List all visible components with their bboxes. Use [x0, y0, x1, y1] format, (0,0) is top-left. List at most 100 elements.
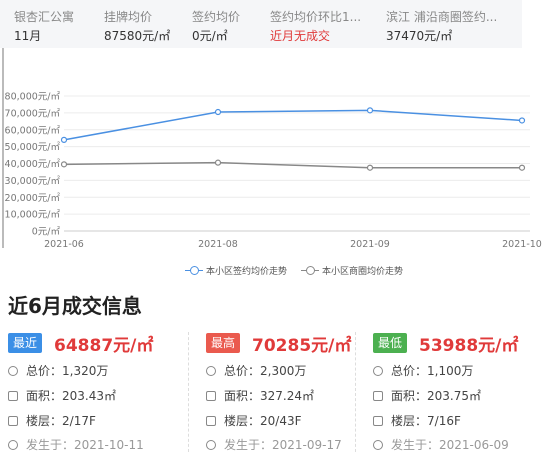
- stat-value: 11月: [14, 29, 42, 43]
- total-value: 1,320万: [62, 364, 109, 378]
- total-label: 总价：: [26, 364, 63, 378]
- stat-value: 37470元/㎡: [386, 29, 453, 43]
- deal-floor: 楼层： 2/17F: [8, 412, 96, 429]
- floor-label: 楼层：: [391, 414, 428, 428]
- badge-lowest: 最低: [373, 333, 408, 353]
- legend-line-icon: [301, 266, 320, 275]
- data-point[interactable]: [518, 164, 526, 171]
- data-point[interactable]: [366, 107, 374, 114]
- date-value: 2021-09-17: [272, 437, 342, 452]
- stat-value: 近月无成交: [270, 29, 331, 43]
- deal-card-lowest: 最低 53988元/㎡ 总价： 1,100万 面积： 203.75㎡ 楼层： 7/16…: [373, 330, 533, 455]
- stat-community: 银杏汇公寓 11月: [14, 0, 108, 48]
- date-value: 2021-10-11: [74, 437, 144, 452]
- floor-value: 2/17F: [62, 413, 96, 428]
- deal-date: 发生于： 2021-06-09: [373, 436, 509, 453]
- y-tick-label: 10,000元/㎡: [5, 210, 61, 221]
- total-value: 1,100万: [427, 364, 474, 378]
- area-label: 面积：: [224, 389, 261, 403]
- legend-label: 本小区签约均价走势: [206, 267, 288, 277]
- stat-label: 挂牌均价: [104, 10, 153, 24]
- y-tick-label: 60,000元/㎡: [5, 125, 61, 136]
- yen-icon: [373, 365, 383, 376]
- badge-recent: 最近: [8, 333, 43, 353]
- legend-item[interactable]: 本小区签约均价走势: [185, 264, 287, 277]
- x-tick-label: 2021-06: [44, 239, 84, 250]
- area-value: 327.24㎡: [260, 389, 315, 403]
- legend-item[interactable]: 本小区商圈均价走势: [301, 264, 403, 277]
- data-point[interactable]: [518, 117, 526, 124]
- area-value: 203.75㎡: [427, 389, 482, 403]
- badge-highest: 最高: [206, 333, 241, 353]
- y-tick-label: 20,000元/㎡: [5, 193, 61, 204]
- clock-icon: [206, 439, 216, 450]
- deal-date: 发生于： 2021-10-11: [8, 436, 144, 453]
- deal-area: 面积： 203.43㎡: [8, 387, 116, 404]
- legend-label: 本小区商圈均价走势: [322, 267, 404, 277]
- total-label: 总价：: [391, 364, 428, 378]
- stat-mom: 签约均价环比1... 近月无成交: [270, 0, 364, 48]
- card-divider: [188, 332, 190, 452]
- deal-date: 发生于： 2021-09-17: [206, 436, 342, 453]
- date-label: 发生于：: [391, 438, 440, 452]
- deal-total: 总价： 1,100万: [373, 362, 473, 379]
- date-label: 发生于：: [224, 438, 273, 452]
- legend-line-icon: [185, 266, 203, 275]
- yen-icon: [8, 365, 18, 376]
- date-value: 2021-06-09: [439, 437, 509, 452]
- data-point[interactable]: [60, 136, 68, 143]
- y-tick-label: 0元/㎡: [32, 227, 61, 238]
- layers-icon: [206, 415, 216, 426]
- x-tick-label: 2021-09: [350, 239, 390, 250]
- y-tick-label: 40,000元/㎡: [5, 159, 61, 170]
- x-tick-label: 2021-08: [198, 239, 238, 250]
- series-line-0: [63, 109, 523, 141]
- data-point[interactable]: [214, 108, 222, 116]
- stat-listing-price: 挂牌均价 87580元/㎡: [104, 0, 198, 48]
- floor-value: 20/43F: [260, 413, 302, 428]
- total-value: 2,300万: [260, 364, 307, 378]
- stat-label: 银杏汇公寓: [14, 10, 75, 24]
- layers-icon: [8, 415, 18, 426]
- yen-icon: [206, 365, 216, 376]
- area-value: 203.43㎡: [62, 389, 117, 403]
- y-tick-label: 70,000元/㎡: [5, 108, 61, 119]
- area-icon: [8, 390, 18, 401]
- deal-price: 70285元/㎡: [252, 336, 352, 356]
- deal-price: 53988元/㎡: [419, 336, 519, 356]
- area-icon: [206, 390, 216, 401]
- stat-value: 87580元/㎡: [104, 29, 171, 43]
- chart-legend: 本小区签约均价走势 本小区商圈均价走势: [185, 264, 403, 277]
- deal-card-highest: 最高 70285元/㎡ 总价： 2,300万 面积： 327.24㎡ 楼层： 20/4…: [206, 330, 366, 455]
- deal-total: 总价： 2,300万: [206, 362, 306, 379]
- deal-floor: 楼层： 7/16F: [373, 412, 461, 429]
- area-label: 面积：: [26, 389, 63, 403]
- card-divider: [355, 332, 357, 452]
- deal-price: 64887元/㎡: [54, 336, 154, 356]
- deal-area: 面积： 327.24㎡: [206, 387, 314, 404]
- stat-label: 签约均价环比1...: [270, 10, 362, 24]
- date-label: 发生于：: [26, 438, 75, 452]
- section-title: 近6月成交信息: [8, 294, 142, 318]
- stat-label: 滨江 浦沿商圈签约...: [386, 10, 496, 24]
- layers-icon: [373, 415, 383, 426]
- y-tick-label: 80,000元/㎡: [5, 92, 61, 103]
- floor-label: 楼层：: [224, 414, 261, 428]
- deal-total: 总价： 1,320万: [8, 362, 108, 379]
- y-tick-label: 30,000元/㎡: [5, 176, 61, 187]
- data-point[interactable]: [60, 161, 68, 168]
- y-tick-label: 50,000元/㎡: [5, 142, 61, 153]
- data-point[interactable]: [214, 159, 222, 166]
- deal-card-recent: 最近 64887元/㎡ 总价： 1,320万 面积： 203.43㎡ 楼层： 2/17…: [8, 330, 168, 455]
- area-label: 面积：: [391, 389, 428, 403]
- stats-bar: 银杏汇公寓 11月 挂牌均价 87580元/㎡ 签约均价 0元/㎡ 签约均价环比…: [0, 0, 522, 48]
- deal-area: 面积： 203.75㎡: [373, 387, 481, 404]
- x-tick-label: 2021-10: [502, 239, 542, 250]
- floor-value: 7/16F: [427, 413, 461, 428]
- clock-icon: [373, 439, 383, 450]
- stat-value: 0元/㎡: [192, 29, 228, 43]
- data-point[interactable]: [366, 164, 374, 171]
- area-icon: [373, 390, 383, 401]
- deal-floor: 楼层： 20/43F: [206, 412, 302, 429]
- total-label: 总价：: [224, 364, 261, 378]
